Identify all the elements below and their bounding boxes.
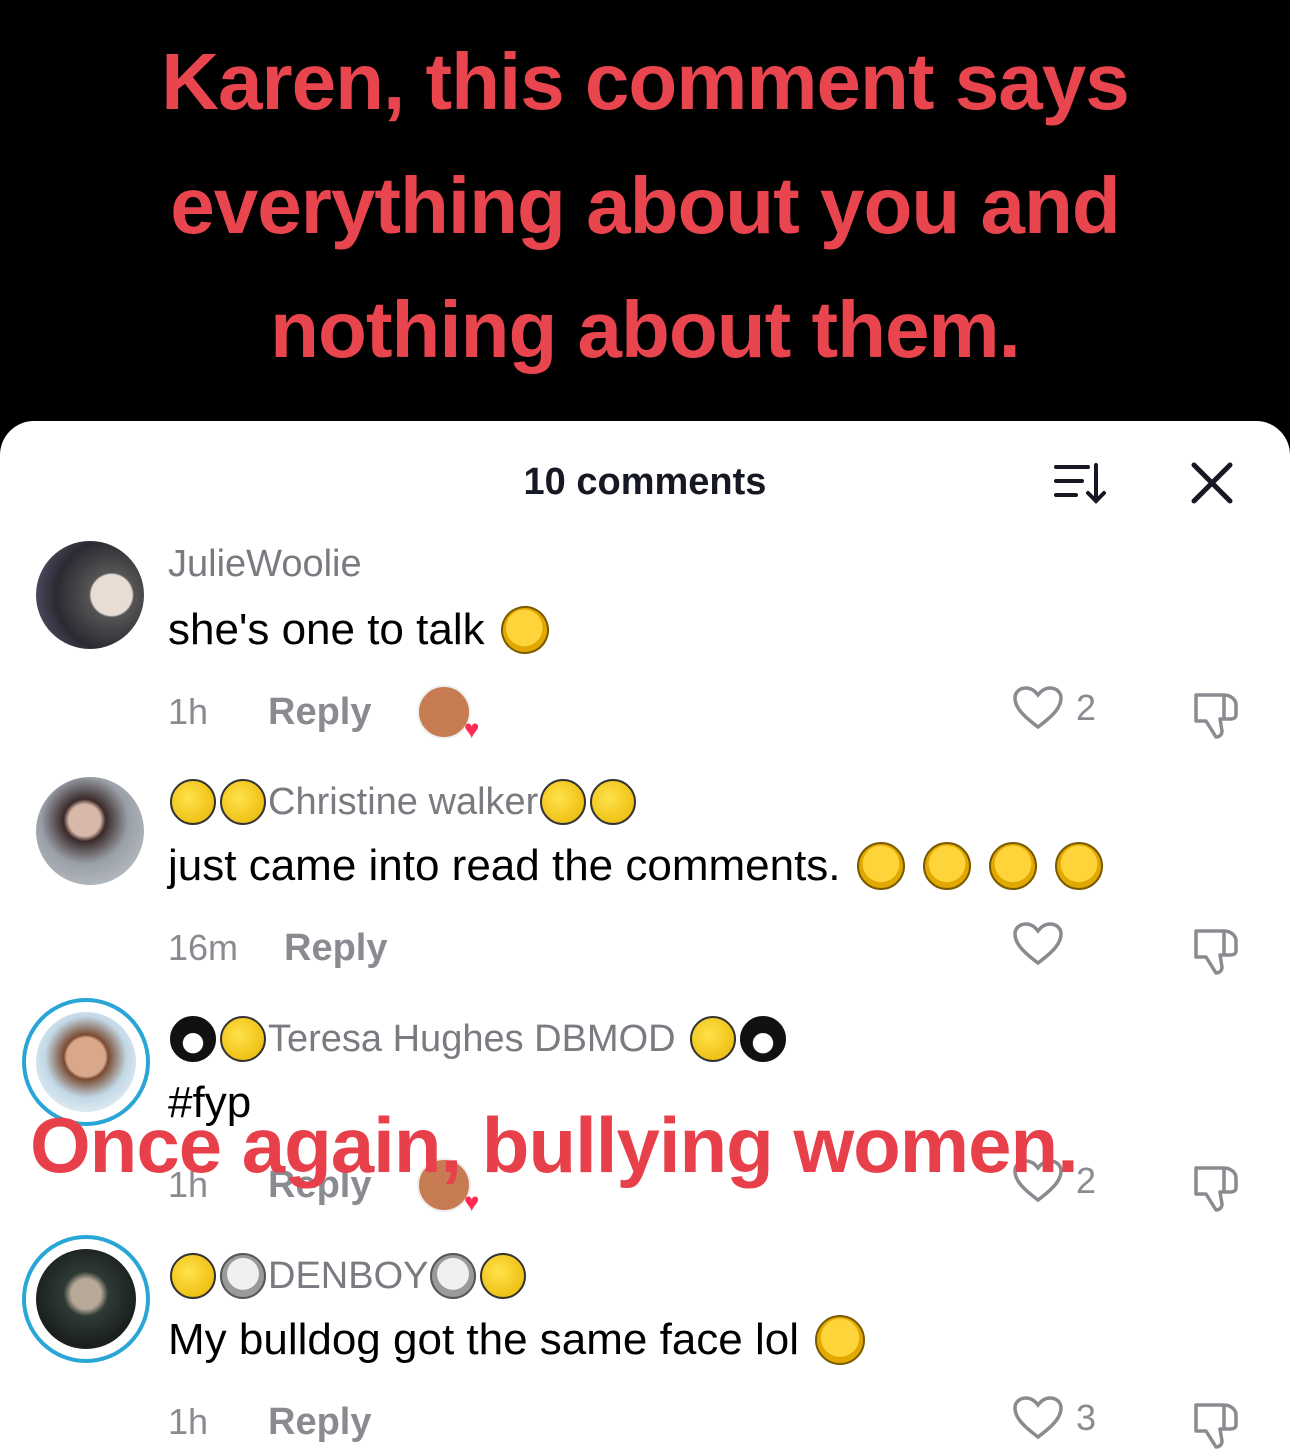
comment-text: My bulldog got the same face lol	[168, 1315, 800, 1364]
lemon-emoji-icon	[220, 779, 266, 825]
dislike-button[interactable]	[1190, 923, 1244, 977]
avatar[interactable]	[36, 541, 144, 649]
sort-icon[interactable]	[1052, 459, 1108, 507]
like-button[interactable]: 3	[1012, 1395, 1096, 1441]
thumbs-down-icon	[1194, 929, 1238, 975]
overlay-caption: Once again, bullying women.	[30, 1101, 1079, 1189]
ghost-emoji-icon	[220, 1253, 266, 1299]
like-count: 3	[1076, 1397, 1097, 1438]
comment-time: 1h	[168, 1401, 209, 1442]
avatar-image	[36, 1012, 136, 1112]
laugh-emoji-icon	[1054, 842, 1103, 890]
rofl-emoji-icon	[493, 599, 556, 661]
comment-body: My bulldog got the same face lol	[168, 1315, 867, 1365]
lemon-emoji-icon	[170, 779, 216, 825]
laugh-emoji-icon	[856, 842, 905, 890]
comment-meta: 1h Reply ♥	[168, 685, 479, 744]
dislike-button[interactable]	[1190, 687, 1244, 741]
like-button[interactable]	[1012, 921, 1076, 967]
comment-text: she's one to talk	[168, 605, 485, 654]
winking-tongue-emoji-icon	[815, 1315, 866, 1365]
comment-time: 1h	[168, 691, 209, 732]
laugh-emoji-icon	[922, 842, 971, 890]
lemon-emoji-icon	[170, 1253, 216, 1299]
comment-item: DENBOY My bulldog got the same face lol …	[0, 1235, 1290, 1452]
ghost-emoji-icon	[430, 1253, 477, 1299]
caption-line: Karen, this comment says	[161, 37, 1129, 126]
comment-time: 16m	[168, 927, 239, 968]
comment-item: Christine walker just came into read the…	[0, 777, 1290, 1013]
reply-button[interactable]: Reply	[268, 691, 371, 734]
caption-line: everything about you and	[170, 161, 1120, 250]
comment-username[interactable]: Christine walker	[168, 779, 638, 825]
lemon-emoji-icon	[220, 1016, 266, 1062]
creator-liked-badge: ♥	[417, 685, 479, 744]
username-text: Christine walker	[268, 780, 539, 823]
comment-username[interactable]: DENBOY	[168, 1253, 528, 1299]
caption-line: nothing about them.	[270, 285, 1021, 374]
reply-button[interactable]: Reply	[268, 1401, 371, 1444]
comment-body: she's one to talk	[168, 599, 556, 661]
heart-icon: ♥	[464, 1187, 480, 1217]
comment-text: just came into read the comments.	[168, 841, 841, 890]
thumbs-down-icon	[1194, 693, 1238, 739]
avatar[interactable]	[36, 777, 144, 885]
comment-username[interactable]: Teresa Hughes DBMOD	[168, 1016, 788, 1062]
avatar-image	[36, 1249, 136, 1349]
penguin-emoji-icon	[739, 1016, 786, 1062]
heart-outline-icon	[1013, 922, 1063, 966]
video-caption: Karen, this comment says everything abou…	[0, 20, 1290, 392]
like-count: 2	[1076, 687, 1097, 728]
dislike-button[interactable]	[1190, 1397, 1244, 1451]
reply-button[interactable]: Reply	[284, 927, 387, 970]
sheet-header: 10 comments	[0, 421, 1290, 547]
heart-icon: ♥	[464, 714, 480, 744]
username-text: JulieWoolie	[168, 543, 362, 585]
comment-meta: 1h Reply	[168, 1397, 417, 1447]
penguin-emoji-icon	[170, 1016, 216, 1062]
avatar[interactable]	[22, 1235, 150, 1363]
lemon-emoji-icon	[480, 1253, 527, 1299]
thumbs-down-icon	[1194, 1403, 1238, 1449]
like-button[interactable]: 2	[1012, 685, 1096, 731]
username-text: Teresa Hughes DBMOD	[268, 1017, 676, 1060]
close-icon[interactable]	[1188, 459, 1236, 507]
heart-outline-icon	[1013, 686, 1063, 730]
comment-item: JulieWoolie she's one to talk 1h Reply ♥…	[0, 541, 1290, 777]
comment-meta: 16m Reply	[168, 923, 433, 973]
laugh-emoji-icon	[988, 842, 1037, 890]
comments-sheet: 10 comments JulieWoolie she's one to tal…	[0, 421, 1290, 1452]
username-text: DENBOY	[268, 1254, 429, 1297]
comment-username[interactable]: JulieWoolie	[168, 543, 362, 586]
comment-body: just came into read the comments.	[168, 841, 1105, 891]
lemon-emoji-icon	[590, 779, 637, 825]
lemon-emoji-icon	[689, 1016, 736, 1062]
lemon-emoji-icon	[540, 779, 587, 825]
heart-outline-icon	[1013, 1396, 1063, 1440]
